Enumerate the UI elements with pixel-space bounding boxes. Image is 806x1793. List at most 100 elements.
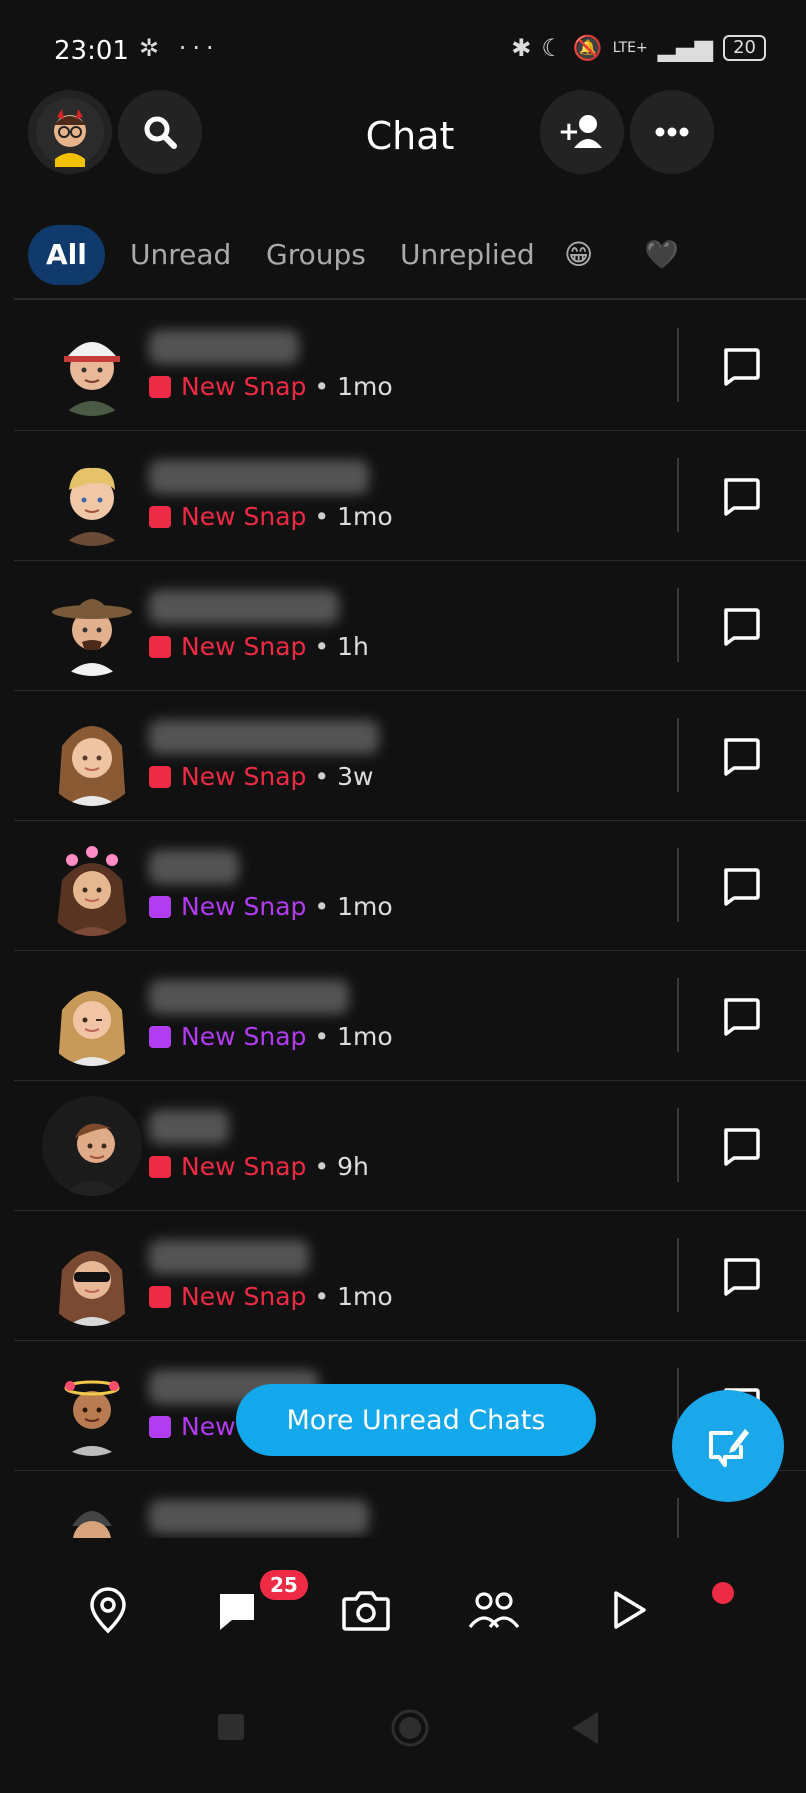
friend-name-redacted: [149, 980, 349, 1014]
chat-age: 3w: [337, 762, 374, 791]
chat-reply-icon[interactable]: [714, 468, 768, 522]
more-icon: [655, 127, 689, 137]
friend-name-redacted: [149, 1110, 229, 1144]
chat-row[interactable]: New Snap • 1mo: [14, 300, 806, 431]
tab-unread[interactable]: Unread: [130, 225, 231, 285]
chat-status: New Snap: [181, 892, 307, 921]
add-friend-icon: +: [558, 115, 602, 148]
signal-icon: ▂▄▆: [657, 34, 714, 62]
friend-avatar: [42, 576, 142, 676]
snap-indicator-icon: [149, 375, 171, 398]
chat-row[interactable]: New Snap • 1mo: [14, 1210, 806, 1341]
status-time: 23:01: [54, 36, 129, 66]
compose-icon: [709, 1429, 749, 1467]
tab-groups[interactable]: Groups: [266, 225, 366, 285]
app-screen: 23:01 ✲ ··· ✱ ☾ 🔕 LTE+ ▂▄▆ 20 Chat + All…: [14, 10, 806, 1793]
chat-reply-icon[interactable]: [714, 858, 768, 912]
play-icon: [614, 1591, 646, 1629]
chat-row[interactable]: New Snap • 1mo: [14, 950, 806, 1081]
friend-name-redacted: [149, 1500, 369, 1534]
bottom-nav: 25: [14, 1538, 806, 1668]
chat-list: New Snap • 1mo New Snap • 1mo New Snap •…: [14, 300, 806, 1540]
friend-avatar: [42, 1226, 142, 1326]
network-label: LTE+: [612, 40, 648, 56]
chat-reply-icon[interactable]: [714, 598, 768, 652]
friend-avatar: [42, 1096, 142, 1196]
chat-status: New: [181, 1412, 236, 1441]
chat-bubble-icon: [220, 1594, 254, 1630]
chat-age: 1mo: [337, 1022, 393, 1051]
chat-reply-icon[interactable]: [714, 988, 768, 1042]
more-options-button[interactable]: [630, 90, 714, 174]
filter-tabs: All Unread Groups Unreplied 😁 🖤: [14, 215, 806, 295]
chat-status: New Snap: [181, 1282, 307, 1311]
chat-row[interactable]: New Snap • 1h: [14, 560, 806, 691]
chat-row[interactable]: New Snap • 1mo: [14, 820, 806, 951]
status-notification-icons: ✲ ···: [139, 34, 220, 62]
chat-age: 9h: [337, 1152, 369, 1181]
nav-map[interactable]: [78, 1580, 138, 1640]
chat-status: New Snap: [181, 632, 307, 661]
chat-unread-badge: 25: [260, 1570, 308, 1600]
nav-stories[interactable]: [464, 1580, 524, 1640]
chat-status: New Snap: [181, 502, 307, 531]
chat-row[interactable]: New Snap • 1mo: [14, 430, 806, 561]
home-icon[interactable]: [390, 1708, 430, 1748]
friend-name-redacted: [149, 330, 299, 364]
tab-unreplied[interactable]: Unreplied: [400, 225, 535, 285]
mute-icon: 🔕: [572, 34, 603, 62]
chat-row[interactable]: New Snap • 3w: [14, 690, 806, 821]
snap-indicator-icon: [149, 895, 171, 918]
nav-chat[interactable]: [208, 1580, 268, 1640]
chat-age: 1h: [337, 632, 369, 661]
chat-status: New Snap: [181, 372, 307, 401]
map-pin-icon: [90, 1587, 126, 1634]
snap-indicator-icon: [149, 635, 171, 658]
chat-age: 1mo: [337, 892, 393, 921]
recent-apps-icon[interactable]: [216, 1712, 246, 1742]
friend-name-redacted: [149, 850, 239, 884]
chat-reply-icon[interactable]: [714, 1118, 768, 1172]
snap-indicator-icon: [149, 1285, 171, 1308]
system-nav-bar: [14, 1670, 806, 1780]
more-unread-chats-button[interactable]: More Unread Chats: [236, 1384, 596, 1456]
chat-age: 1mo: [337, 502, 393, 531]
tab-all[interactable]: All: [28, 225, 105, 285]
chat-reply-icon[interactable]: [714, 728, 768, 782]
nav-spotlight[interactable]: [598, 1580, 658, 1640]
snap-indicator-icon: [149, 1155, 171, 1178]
tab-emoji-grin[interactable]: 😁: [564, 225, 593, 285]
snap-indicator-icon: [149, 1025, 171, 1048]
chat-reply-icon[interactable]: [714, 338, 768, 392]
svg-text:+: +: [558, 117, 580, 147]
snap-indicator-icon: [149, 505, 171, 528]
friend-avatar: [42, 836, 142, 936]
nav-camera[interactable]: [336, 1580, 396, 1640]
friend-avatar: [42, 316, 142, 416]
friend-avatar: [42, 1486, 142, 1540]
battery-indicator: 20: [723, 35, 766, 61]
chat-reply-icon[interactable]: [714, 1248, 768, 1302]
friend-name-redacted: [149, 590, 339, 624]
friends-icon: [468, 1592, 520, 1629]
chat-age: 1mo: [337, 372, 393, 401]
snap-indicator-icon: [149, 1415, 171, 1438]
chat-row[interactable]: New Snap • 9h: [14, 1080, 806, 1211]
friend-avatar: [42, 706, 142, 806]
new-chat-button[interactable]: [672, 1390, 784, 1502]
back-icon[interactable]: [568, 1710, 602, 1746]
friend-name-redacted: [149, 720, 379, 754]
friend-name-redacted: [149, 460, 369, 494]
friend-avatar: [42, 1356, 142, 1456]
moon-icon: ☾: [541, 34, 563, 62]
status-bar: 23:01 ✲ ··· ✱ ☾ 🔕 LTE+ ▂▄▆ 20: [14, 10, 806, 90]
add-friend-button[interactable]: +: [540, 90, 624, 174]
tab-emoji-heart[interactable]: 🖤: [644, 225, 679, 285]
camera-icon: [342, 1591, 390, 1631]
friend-avatar: [42, 966, 142, 1066]
chat-status: New Snap: [181, 1152, 307, 1181]
friend-name-redacted: [149, 1240, 309, 1274]
snap-indicator-icon: [149, 765, 171, 788]
header: Chat +: [14, 90, 806, 200]
friend-avatar: [42, 446, 142, 546]
